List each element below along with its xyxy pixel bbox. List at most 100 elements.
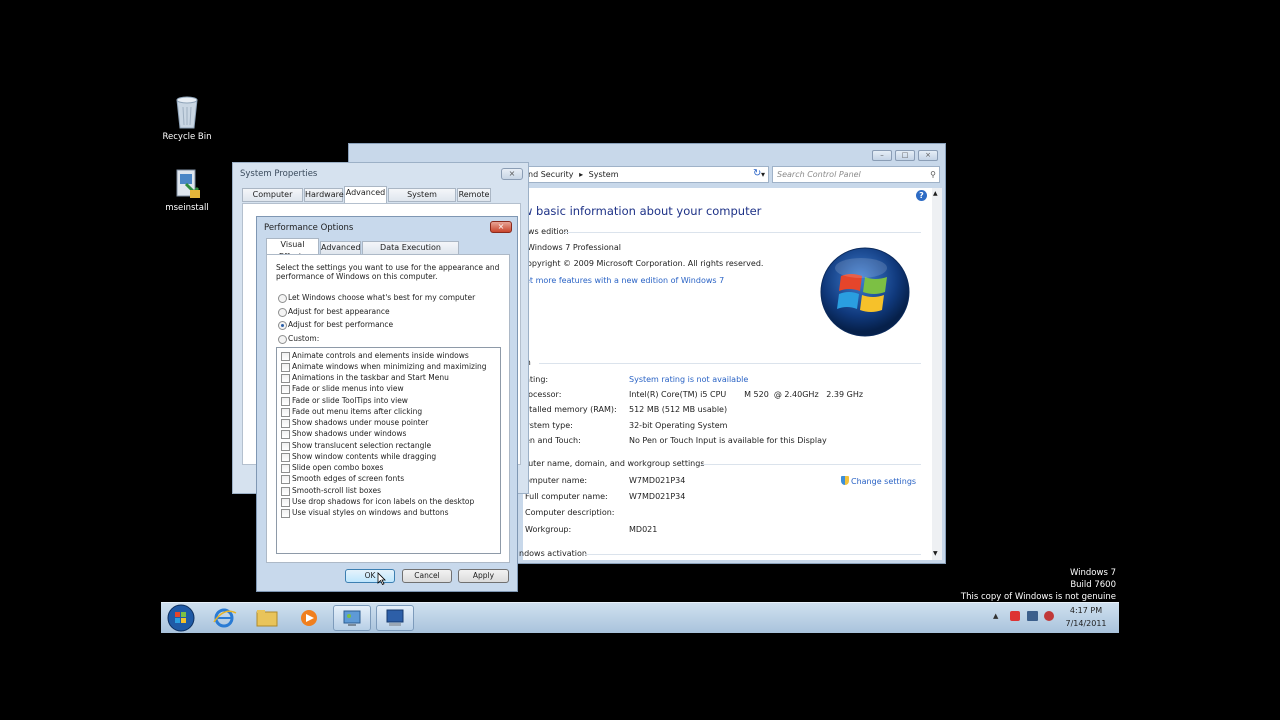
tab-advanced[interactable]: Advanced (344, 186, 387, 203)
explorer-folder-icon[interactable] (248, 605, 286, 631)
effect-label: Show window contents while dragging (292, 452, 437, 461)
refresh-icon[interactable]: ↻ (753, 168, 761, 179)
more-features-link[interactable]: et more features with a new edition of W… (525, 276, 724, 285)
pen-touch-label: en and Touch: (525, 436, 581, 445)
desktop-icon-recycle-bin[interactable]: Recycle Bin (157, 95, 217, 142)
radio-label: Adjust for best appearance (288, 307, 390, 316)
radio-best-performance[interactable] (278, 321, 287, 330)
clock-date[interactable]: 7/14/2011 (1061, 619, 1111, 628)
divider (585, 554, 921, 555)
effect-label: Smooth edges of screen fonts (292, 474, 405, 483)
watermark-line-1: Windows 7 (1069, 568, 1116, 578)
search-placeholder: Search Control Panel (777, 170, 861, 179)
desktop-icon-mseinstall[interactable]: mseinstall (157, 168, 217, 213)
close-button[interactable]: × (490, 221, 512, 233)
radio-custom[interactable] (278, 335, 287, 344)
checkbox[interactable] (281, 397, 290, 406)
clock-time[interactable]: 4:17 PM (1061, 606, 1111, 615)
visual-effects-list[interactable]: Animate controls and elements inside win… (276, 347, 501, 554)
memory-value: 512 MB (512 MB usable) (629, 405, 728, 414)
ok-button[interactable]: OK (345, 569, 395, 583)
taskbar: ▲ 4:17 PM 7/14/2011 (161, 602, 1119, 633)
apply-button[interactable]: Apply (458, 569, 509, 583)
start-orb-icon[interactable] (167, 604, 195, 632)
breadcrumb-part[interactable]: nd Security (524, 170, 574, 179)
system-properties-icon[interactable] (376, 605, 414, 631)
close-button[interactable]: × (918, 150, 938, 161)
section-computer-name: puter name, domain, and workgroup settin… (523, 459, 705, 468)
installer-icon (172, 168, 202, 200)
performance-options-dialog: Performance Options × Visual Effects Adv… (256, 216, 518, 592)
tab-data-execution-prevention[interactable]: Data Execution Prevention (362, 241, 459, 264)
action-center-icon[interactable] (1010, 611, 1020, 621)
checkbox[interactable] (281, 363, 290, 372)
full-computer-name-label: Full computer name: (525, 492, 608, 501)
radio-label: Adjust for best performance (288, 320, 394, 329)
checkbox[interactable] (281, 352, 290, 361)
breadcrumb-current[interactable]: System (589, 170, 619, 179)
effect-label: Show shadows under mouse pointer (292, 418, 429, 427)
show-hidden-icons-icon[interactable]: ▲ (993, 612, 998, 620)
recycle-bin-icon (174, 95, 200, 129)
computer-description-label: Computer description: (525, 508, 615, 517)
scroll-down-icon[interactable]: ▼ (933, 550, 938, 557)
description-line-2: performance of Windows on this computer. (276, 272, 438, 281)
change-settings-link[interactable]: Change settings (841, 476, 916, 486)
checkbox[interactable] (281, 509, 290, 518)
help-icon[interactable]: ? (916, 190, 927, 201)
search-input[interactable]: Search Control Panel ⚲ (772, 166, 940, 183)
checkbox[interactable] (281, 385, 290, 394)
cancel-button[interactable]: Cancel (402, 569, 452, 583)
effect-label: Show translucent selection rectangle (292, 441, 432, 450)
page-title: w basic information about your computer (523, 204, 762, 218)
network-icon[interactable] (1027, 611, 1038, 621)
search-icon[interactable]: ⚲ (930, 167, 936, 182)
tab-remote[interactable]: Remote (457, 188, 491, 202)
tab-system-protection[interactable]: System Protection (388, 188, 456, 211)
section-edition: ows edition (523, 227, 569, 236)
rating-link[interactable]: System rating is not available (629, 375, 748, 384)
workgroup-label: Workgroup: (525, 525, 572, 534)
watermark-line-3: This copy of Windows is not genuine (960, 592, 1116, 602)
effect-label: Slide open combo boxes (292, 463, 384, 472)
copyright-text: opyright © 2009 Microsoft Corporation. A… (527, 259, 764, 268)
system-type-value: 32-bit Operating System (629, 421, 728, 430)
tab-computer-name[interactable]: Computer Name (242, 188, 303, 211)
close-button[interactable]: × (501, 168, 523, 180)
radio-let-windows-choose[interactable] (278, 294, 287, 303)
checkbox[interactable] (281, 453, 290, 462)
tab-visual-effects[interactable]: Visual Effects (266, 238, 319, 261)
media-player-icon[interactable] (290, 605, 328, 631)
radio-best-appearance[interactable] (278, 308, 287, 317)
shield-icon (841, 476, 849, 485)
checkbox[interactable] (281, 475, 290, 484)
address-bar[interactable]: nd Security ▸ System ▾ (523, 166, 769, 183)
maximize-button[interactable]: □ (895, 150, 915, 161)
internet-explorer-icon[interactable] (205, 605, 243, 631)
change-settings-text[interactable]: Change settings (851, 477, 916, 486)
desktop-icon-label: Recycle Bin (162, 132, 212, 142)
effect-label: Animate controls and elements inside win… (292, 351, 469, 360)
checkbox[interactable] (281, 374, 290, 383)
checkbox[interactable] (281, 464, 290, 473)
checkbox[interactable] (281, 442, 290, 451)
processor-value: Intel(R) Core(TM) i5 CPU M 520 @ 2.40GHz… (629, 390, 864, 399)
system-type-label: ystem type: (525, 421, 573, 430)
volume-icon[interactable] (1044, 611, 1054, 621)
checkbox[interactable] (281, 419, 290, 428)
effect-label: Animations in the taskbar and Start Menu (292, 373, 449, 382)
vertical-scrollbar[interactable]: ▲ ▼ (932, 188, 942, 560)
minimize-button[interactable]: – (872, 150, 892, 161)
tab-hardware[interactable]: Hardware (304, 188, 344, 202)
checkbox[interactable] (281, 487, 290, 496)
scroll-up-icon[interactable]: ▲ (933, 190, 938, 197)
checkbox[interactable] (281, 408, 290, 417)
effect-label: Use visual styles on windows and buttons (292, 508, 449, 517)
tab-advanced[interactable]: Advanced (320, 241, 361, 255)
effect-label: Animate windows when minimizing and maxi… (292, 362, 487, 371)
checkbox[interactable] (281, 498, 290, 507)
control-panel-icon[interactable] (333, 605, 371, 631)
divider (701, 464, 921, 465)
address-dropdown-icon[interactable]: ▾ (761, 167, 765, 182)
checkbox[interactable] (281, 430, 290, 439)
